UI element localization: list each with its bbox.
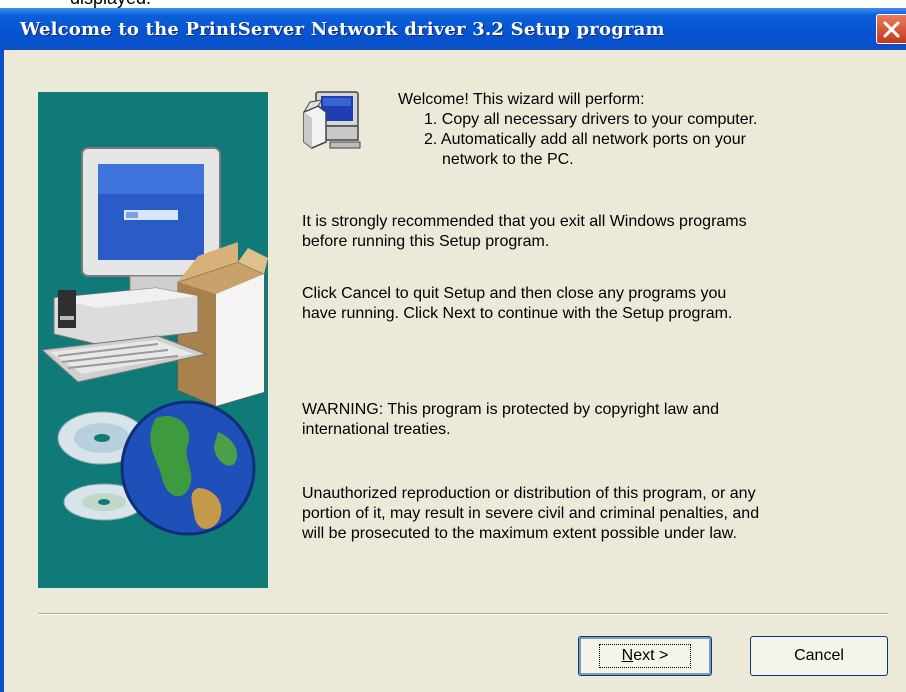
computer-install-icon bbox=[302, 91, 361, 149]
globe-icon bbox=[120, 400, 256, 536]
recommend-text-line-2: before running this Setup program. bbox=[302, 233, 550, 250]
window-title: Welcome to the PrintServer Network drive… bbox=[20, 19, 665, 40]
title-bar[interactable]: Welcome to the PrintServer Network drive… bbox=[0, 8, 906, 50]
cancel-button[interactable]: Cancel bbox=[750, 636, 888, 676]
unauthorized-text-line-1: Unauthorized reproduction or distributio… bbox=[302, 485, 756, 502]
step-2-text-line-1: 2. Automatically add all network ports o… bbox=[424, 131, 746, 148]
unauthorized-text-line-2: portion of it, may result in severe civi… bbox=[302, 505, 760, 522]
next-button-label: Next > bbox=[598, 644, 692, 668]
warning-text-line-2: international treaties. bbox=[302, 421, 451, 438]
intro-text: Welcome! This wizard will perform: bbox=[398, 91, 645, 108]
instructions-text-line-1: Click Cancel to quit Setup and then clos… bbox=[302, 285, 727, 302]
instructions-text-line-2: have running. Click Next to continue wit… bbox=[302, 305, 733, 322]
button-area-divider bbox=[38, 613, 888, 615]
unauthorized-text-line-3: will be prosecuted to the maximum extent… bbox=[302, 525, 737, 542]
system-unit-icon bbox=[53, 287, 199, 345]
setup-wizard-icon bbox=[302, 90, 364, 159]
setup-dialog: Welcome to the PrintServer Network drive… bbox=[0, 8, 906, 692]
warning-text-line-1: WARNING: This program is protected by co… bbox=[302, 401, 720, 418]
caption-text: displayed. bbox=[70, 0, 151, 8]
close-button[interactable] bbox=[876, 14, 906, 44]
close-icon bbox=[883, 21, 900, 38]
recommend-text-line-1: It is strongly recommended that you exit… bbox=[302, 213, 747, 230]
setup-banner-image bbox=[38, 92, 268, 588]
window-frame-left bbox=[0, 50, 4, 692]
cancel-button-label: Cancel bbox=[794, 647, 844, 664]
computer-and-globe-illustration bbox=[40, 147, 268, 536]
next-mnemonic: N bbox=[621, 647, 634, 664]
next-button[interactable]: Next > bbox=[578, 636, 712, 676]
next-label-rest: ext > bbox=[633, 647, 669, 664]
step-2-text-line-2: network to the PC. bbox=[442, 151, 574, 168]
document-caption-fragment: displayed. bbox=[0, 0, 906, 8]
step-1-text: 1. Copy all necessary drivers to your co… bbox=[424, 111, 758, 128]
